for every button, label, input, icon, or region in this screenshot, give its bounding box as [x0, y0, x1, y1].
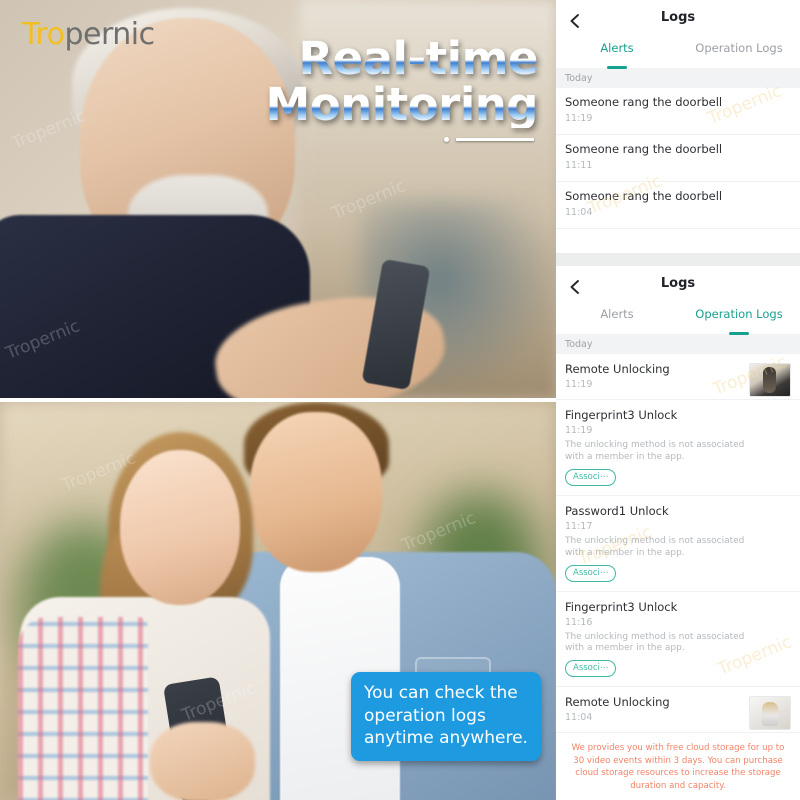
operation-page-title: Logs	[660, 276, 696, 291]
tab-active-indicator	[607, 66, 627, 69]
headline-accent-rule	[266, 136, 538, 142]
list-item[interactable]: Fingerprint3 Unlock 11:16 The unlocking …	[556, 591, 800, 688]
accent-line-icon	[456, 137, 534, 141]
brand-logo-part1: Tro	[22, 17, 65, 52]
associate-chip-button[interactable]: Associ⋯	[565, 468, 617, 486]
alert-time: 11:04	[565, 207, 593, 218]
alerts-page-title: Logs	[660, 10, 696, 25]
op-time: 11:16	[565, 616, 593, 628]
list-item[interactable]: Someone rang the doorbell 11:04	[556, 182, 800, 229]
list-item[interactable]: Remote Unlocking 11:19	[556, 354, 800, 400]
tab-alerts[interactable]: Alerts	[556, 40, 678, 69]
app-screens-column: Logs Alerts Operation Logs Today Someone…	[556, 0, 800, 800]
tab-operation-logs-label: Operation Logs	[695, 307, 783, 321]
tab-operation-logs-label: Operation Logs	[695, 41, 783, 55]
alerts-tabbar: Alerts Operation Logs	[556, 40, 800, 69]
promo-text: We provides you with free cloud storage …	[571, 743, 785, 791]
callout-text: You can check the operation logs anytime…	[364, 683, 528, 749]
day-header: Today	[556, 334, 800, 354]
alert-title: Someone rang the doorbell	[565, 142, 723, 156]
event-thumbnail[interactable]	[749, 696, 791, 731]
op-title: Password1 Unlock	[565, 503, 669, 518]
tab-active-indicator	[729, 66, 749, 69]
day-header: Today	[556, 68, 800, 88]
tab-operation-logs[interactable]: Operation Logs	[678, 306, 800, 335]
associate-chip-button[interactable]: Associ⋯	[565, 564, 617, 582]
screen-operation-logs: Logs Alerts Operation Logs Today Remote …	[556, 266, 800, 800]
alert-title: Someone rang the doorbell	[565, 189, 723, 203]
list-item[interactable]: Remote Unlocking 11:04	[556, 687, 800, 734]
op-title: Fingerprint3 Unlock	[565, 599, 678, 614]
operation-navbar: Logs	[556, 266, 800, 306]
screen-separator	[556, 253, 800, 266]
alerts-navbar: Logs	[556, 0, 800, 40]
tab-alerts-label: Alerts	[600, 41, 634, 55]
alert-time: 11:19	[565, 113, 593, 124]
screen-alerts: Logs Alerts Operation Logs Today Someone…	[556, 0, 800, 253]
headline-line-2: Monitoring	[265, 77, 539, 131]
op-description: The unlocking method is not associated w…	[565, 440, 745, 462]
list-item[interactable]: Someone rang the doorbell 11:11	[556, 135, 800, 182]
list-item[interactable]: Password1 Unlock 11:17 The unlocking met…	[556, 495, 800, 592]
operation-tabbar: Alerts Operation Logs	[556, 306, 800, 335]
cloud-storage-promo: We provides you with free cloud storage …	[556, 733, 800, 800]
op-description: The unlocking method is not associated w…	[565, 631, 745, 654]
tab-alerts-label: Alerts	[600, 307, 634, 321]
accent-dot-icon	[444, 136, 449, 142]
callout-box: You can check the operation logs anytime…	[351, 672, 541, 761]
op-time: 11:19	[565, 425, 593, 436]
op-description: The unlocking method is not associated w…	[565, 535, 745, 558]
list-item[interactable]: Fingerprint3 Unlock 11:19 The unlocking …	[556, 400, 800, 496]
headline-line-1: Real-time	[266, 36, 539, 82]
list-item[interactable]: Someone rang the doorbell 11:19	[556, 88, 800, 135]
photo-senior-man-with-phone: Tropernic Tropernic Tropernic Tropernic …	[0, 0, 556, 398]
alert-title: Someone rang the doorbell	[565, 95, 723, 109]
brand-logo: Tropernic	[22, 20, 155, 50]
brand-logo-part2: pernic	[64, 17, 155, 52]
op-title: Fingerprint3 Unlock	[565, 408, 678, 422]
event-thumbnail[interactable]	[749, 363, 791, 397]
tab-active-indicator	[607, 332, 627, 335]
associate-chip-button[interactable]: Associ⋯	[565, 660, 617, 678]
tab-active-indicator	[729, 332, 749, 335]
tab-alerts[interactable]: Alerts	[556, 306, 678, 334]
alert-time: 11:11	[565, 160, 593, 171]
headline: Real-time Monitoring	[265, 36, 539, 142]
tab-operation-logs[interactable]: Operation Logs	[678, 40, 800, 68]
op-time: 11:17	[565, 520, 593, 532]
photo-column: Tropernic Tropernic Tropernic Tropernic …	[0, 0, 556, 800]
marketing-banner: Tropernic Tropernic Tropernic Tropernic …	[0, 0, 800, 800]
